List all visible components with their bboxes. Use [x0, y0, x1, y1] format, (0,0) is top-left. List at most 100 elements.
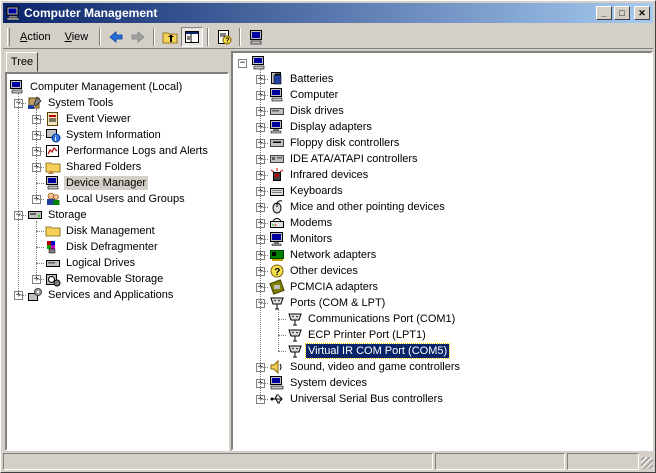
resize-grip[interactable]	[641, 457, 653, 469]
device-tree-item[interactable]: Display adapters	[269, 119, 374, 135]
tree-connector	[260, 69, 261, 399]
view-menu[interactable]: View	[58, 29, 96, 45]
toolbar-separator	[239, 27, 242, 46]
tree-connector	[36, 167, 44, 168]
tree-item-label: ECP Printer Port (LPT1)	[308, 329, 426, 341]
status-bar	[3, 453, 653, 471]
title-bar[interactable]: Computer Management _ □ ✕	[3, 3, 653, 23]
tree-item-label: Event Viewer	[66, 113, 131, 125]
computer-management-icon	[10, 80, 23, 94]
console-tree-item[interactable]: Disk Defragmenter	[45, 239, 160, 255]
console-tree-item[interactable]: Disk Management	[45, 223, 157, 239]
tree-connector	[36, 279, 44, 280]
tree-connector	[36, 263, 44, 264]
device-tree-item[interactable]: Virtual IR COM Port (COM5)	[287, 343, 451, 359]
action-menu[interactable]: Action	[13, 29, 58, 45]
device-tree-item[interactable]: Ports (COM & LPT)	[269, 295, 387, 311]
device-tree-item[interactable]: Floppy disk controllers	[269, 135, 401, 151]
maximize-button[interactable]: □	[614, 6, 630, 20]
event-viewer-icon	[47, 112, 58, 126]
computer-management-app-icon	[6, 6, 20, 21]
device-tree-item[interactable]: Network adapters	[269, 247, 378, 263]
back-button[interactable]	[105, 27, 127, 47]
properties-button[interactable]: ?	[213, 27, 235, 47]
device-tree-item[interactable]: Sound, video and game controllers	[269, 359, 462, 375]
tree-item-label: System Tools	[48, 97, 114, 109]
device-tree-item[interactable]: Universal Serial Bus controllers	[269, 391, 445, 407]
tab-tree[interactable]: Tree	[6, 52, 38, 72]
tree-connector	[36, 199, 44, 200]
performance-logs-icon	[46, 145, 59, 157]
tree-connector	[18, 295, 26, 296]
logical-drives-icon	[46, 260, 60, 267]
console-tree-item[interactable]: Services and Applications	[27, 287, 175, 303]
device-manager-tool-button[interactable]	[245, 27, 267, 47]
device-tree-item[interactable]: Batteries	[269, 71, 335, 87]
tree-item-label: Other devices	[290, 265, 358, 277]
modem-icon	[270, 218, 284, 228]
device-tree-item[interactable]: Keyboards	[269, 183, 345, 199]
tree-connector	[18, 215, 26, 216]
console-tree-item[interactable]: i System Information	[45, 127, 163, 143]
console-tree-item[interactable]: Logical Drives	[45, 255, 137, 271]
device-tree-item[interactable]: Infrared devices	[269, 167, 370, 183]
tree-item-label: IDE ATA/ATAPI controllers	[290, 153, 418, 165]
status-cell-middle	[435, 453, 565, 470]
tree-item-label: Removable Storage	[66, 273, 164, 285]
show-hide-tree-button[interactable]	[181, 26, 204, 47]
keyboard-icon	[270, 188, 284, 196]
tree-connector	[278, 351, 286, 352]
tree-item-label: Mice and other pointing devices	[290, 201, 445, 213]
device-tree-item[interactable]: System devices	[269, 375, 369, 391]
system-information-icon: i	[46, 129, 61, 143]
up-one-level-button[interactable]	[159, 27, 181, 47]
device-tree-item[interactable]: Communications Port (COM1)	[287, 311, 457, 327]
tree-connector	[36, 221, 37, 279]
console-tree-item[interactable]: System Tools	[27, 95, 115, 111]
port-icon	[288, 329, 302, 342]
tree-connector	[260, 159, 268, 160]
back-arrow-icon	[109, 30, 123, 43]
svg-text:?: ?	[225, 37, 229, 44]
sound-icon	[270, 359, 282, 375]
port-icon	[288, 313, 302, 326]
disk-defragmenter-icon	[47, 241, 56, 254]
device-tree-item[interactable]: Computer	[269, 87, 340, 103]
console-tree-item[interactable]: Removable Storage	[45, 271, 165, 287]
tree-connector	[260, 207, 268, 208]
close-button[interactable]: ✕	[634, 6, 650, 20]
infrared-icon	[270, 168, 284, 181]
tree-connector	[36, 119, 44, 120]
device-tree-item[interactable]: IDE ATA/ATAPI controllers	[269, 151, 420, 167]
device-tree-item[interactable]: ECP Printer Port (LPT1)	[287, 327, 428, 343]
toolbar-separator	[207, 27, 210, 46]
device-tree-item[interactable]: Mice and other pointing devices	[269, 199, 447, 215]
other-devices-icon: ?	[270, 264, 284, 278]
device-tree-item[interactable]: PCMCIA adapters	[269, 279, 380, 295]
console-tree-item[interactable]: Event Viewer	[45, 111, 133, 127]
tree-connector	[260, 223, 268, 224]
maximize-icon: □	[619, 7, 625, 18]
console-tree-item[interactable]: Performance Logs and Alerts	[45, 143, 210, 159]
console-tree-item[interactable]: Device Manager	[45, 175, 149, 191]
console-tree-item[interactable]: Computer Management (Local)	[9, 79, 184, 95]
toolbar-grip[interactable]	[7, 27, 10, 46]
mouse-icon	[272, 200, 283, 214]
tree-item-label: System Information	[66, 129, 161, 141]
console-tree-item[interactable]: Shared Folders	[45, 159, 143, 175]
tree-connector	[260, 367, 268, 368]
tree-item-label: Virtual IR COM Port (COM5)	[304, 343, 451, 359]
collapse-toggle[interactable]: −	[238, 59, 247, 68]
forward-button[interactable]	[127, 27, 149, 47]
device-tree-item[interactable]: Monitors	[269, 231, 334, 247]
tree-item-label: System devices	[290, 377, 368, 389]
minimize-button[interactable]: _	[596, 6, 612, 20]
console-tree-item[interactable]: Local Users and Groups	[45, 191, 187, 207]
device-tree-item[interactable]: Disk drives	[269, 103, 346, 119]
device-tree-pane[interactable]: − Batteries + Computer + Disk drives + Display …	[231, 51, 653, 451]
device-tree-item[interactable]: ? Other devices	[269, 263, 360, 279]
device-tree-item[interactable]: Modems	[269, 215, 334, 231]
pcmcia-icon	[269, 279, 285, 295]
network-adapter-icon	[270, 250, 284, 261]
console-tree-pane[interactable]: Computer Management (Local) System Tools −…	[5, 72, 229, 451]
